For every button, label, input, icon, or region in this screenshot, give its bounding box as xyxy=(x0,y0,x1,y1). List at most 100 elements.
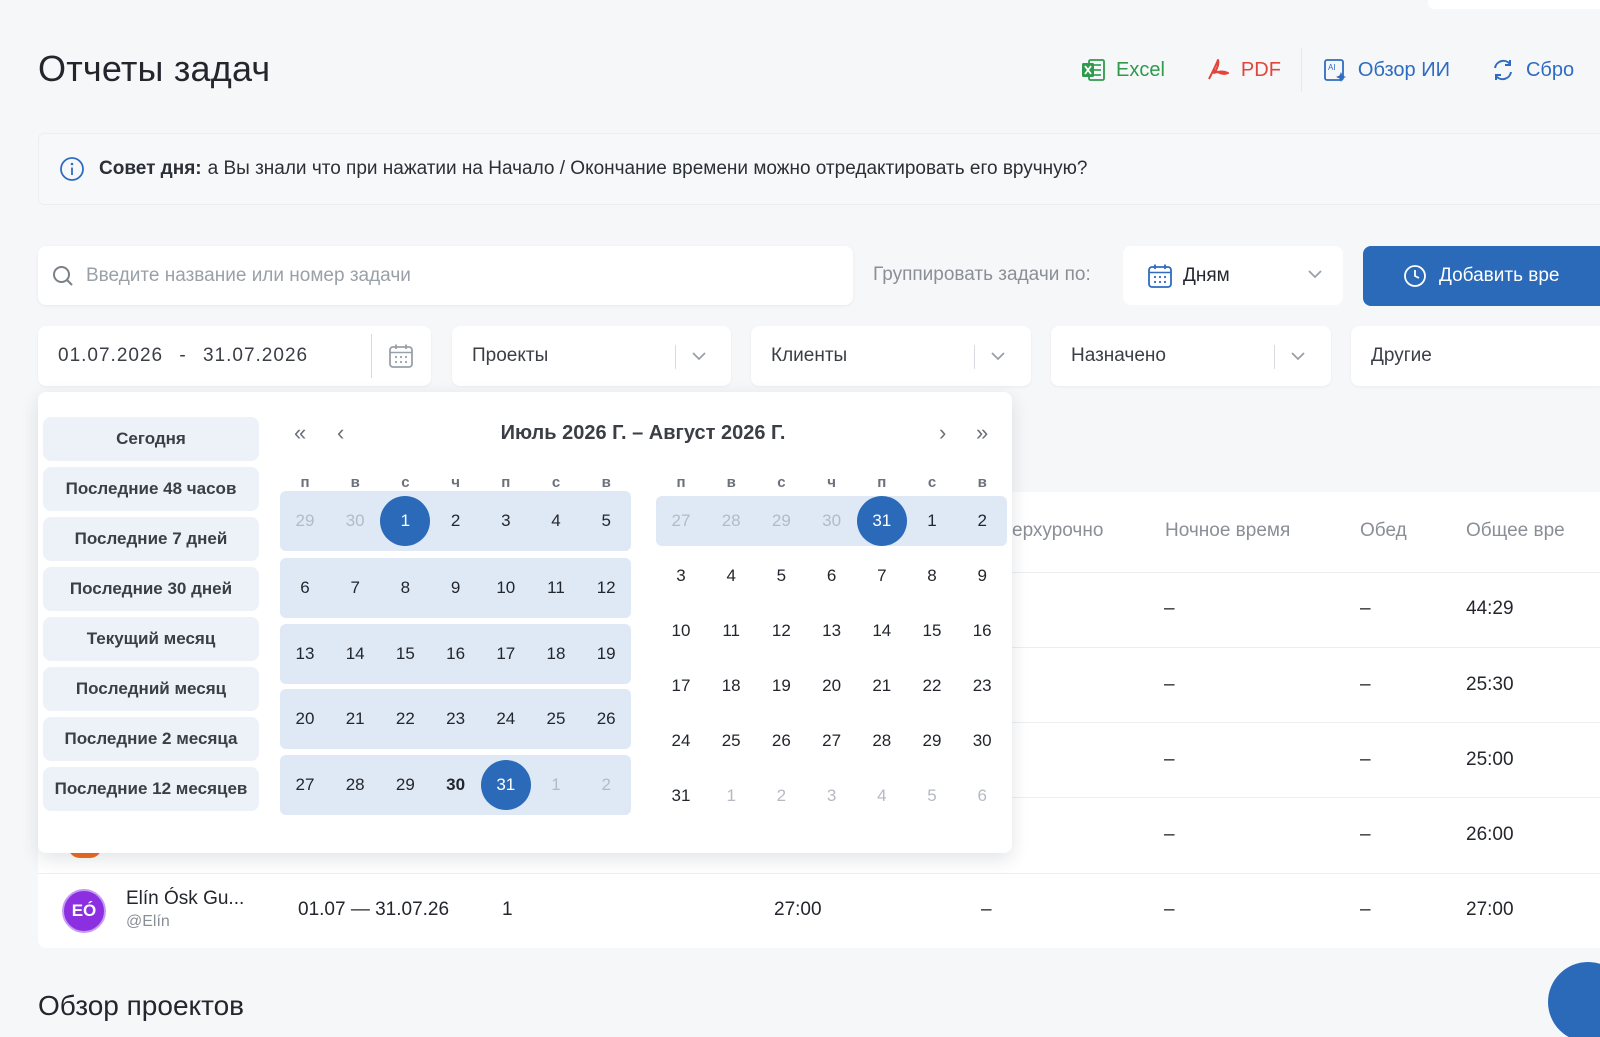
calendar-day[interactable]: 1 xyxy=(706,771,756,821)
calendar-day[interactable]: 1 xyxy=(531,760,581,810)
calendar-day[interactable]: 4 xyxy=(531,496,581,546)
reset-button[interactable]: Сбро xyxy=(1490,57,1574,83)
date-preset-button[interactable]: Последние 12 месяцев xyxy=(43,767,259,811)
calendar-day[interactable]: 28 xyxy=(330,760,380,810)
add-time-button[interactable]: Добавить вре xyxy=(1363,246,1600,306)
calendar-day[interactable]: 23 xyxy=(431,694,481,744)
calendar-day[interactable]: 5 xyxy=(756,551,806,601)
date-preset-button[interactable]: Последние 2 месяца xyxy=(43,717,259,761)
calendar-day[interactable]: 16 xyxy=(957,606,1007,656)
calendar-day[interactable]: 26 xyxy=(756,716,806,766)
calendar-day[interactable]: 9 xyxy=(431,563,481,613)
calendar-day[interactable]: 2 xyxy=(756,771,806,821)
calendar-day[interactable]: 13 xyxy=(807,606,857,656)
calendar-day[interactable]: 8 xyxy=(380,563,430,613)
calendar-day[interactable]: 5 xyxy=(907,771,957,821)
calendar-day[interactable]: 30 xyxy=(431,760,481,810)
calendar-day[interactable]: 6 xyxy=(280,563,330,613)
calendar-day[interactable]: 20 xyxy=(807,661,857,711)
export-excel-button[interactable]: Excel xyxy=(1080,57,1165,83)
calendar-day[interactable]: 21 xyxy=(330,694,380,744)
calendar-day[interactable]: 27 xyxy=(656,496,706,546)
date-preset-button[interactable]: Последние 48 часов xyxy=(43,467,259,511)
date-range-field[interactable]: 01.07.2026 - 31.07.2026 xyxy=(38,326,431,386)
calendar-day[interactable]: 12 xyxy=(581,563,631,613)
calendar-day-selected[interactable]: 31 xyxy=(856,496,907,546)
calendar-day[interactable]: 4 xyxy=(706,551,756,601)
calendar-day[interactable]: 24 xyxy=(656,716,706,766)
calendar-day[interactable]: 15 xyxy=(907,606,957,656)
calendar-day[interactable]: 30 xyxy=(957,716,1007,766)
calendar-day[interactable]: 9 xyxy=(957,551,1007,601)
calendar-day[interactable]: 2 xyxy=(431,496,481,546)
date-preset-button[interactable]: Последние 7 дней xyxy=(43,517,259,561)
calendar-day[interactable]: 3 xyxy=(481,496,531,546)
calendar-day[interactable]: 28 xyxy=(857,716,907,766)
calendar-day[interactable]: 30 xyxy=(330,496,380,546)
calendar-day[interactable]: 6 xyxy=(957,771,1007,821)
ai-overview-button[interactable]: AI Обзор ИИ xyxy=(1322,57,1450,83)
calendar-day[interactable]: 29 xyxy=(280,496,330,546)
clients-filter[interactable]: Клиенты xyxy=(751,326,1031,386)
assigned-filter[interactable]: Назначено xyxy=(1051,326,1331,386)
calendar-day[interactable]: 26 xyxy=(581,694,631,744)
calendar-day[interactable]: 16 xyxy=(431,629,481,679)
calendar-day[interactable]: 18 xyxy=(706,661,756,711)
calendar-day[interactable]: 17 xyxy=(656,661,706,711)
user-name[interactable]: Elín Ósk Gu... xyxy=(126,888,244,910)
calendar-day[interactable]: 5 xyxy=(581,496,631,546)
calendar-day[interactable]: 13 xyxy=(280,629,330,679)
calendar-day[interactable]: 29 xyxy=(907,716,957,766)
calendar-day[interactable]: 25 xyxy=(531,694,581,744)
calendar-day[interactable]: 28 xyxy=(706,496,756,546)
other-filter[interactable]: Другие xyxy=(1351,326,1600,386)
calendar-day[interactable]: 22 xyxy=(380,694,430,744)
calendar-day[interactable]: 22 xyxy=(907,661,957,711)
calendar-day[interactable]: 7 xyxy=(330,563,380,613)
calendar-day[interactable]: 6 xyxy=(807,551,857,601)
date-preset-button[interactable]: Текущий месяц xyxy=(43,617,259,661)
calendar-day[interactable]: 1 xyxy=(907,496,957,546)
calendar-day[interactable]: 10 xyxy=(481,563,531,613)
calendar-day[interactable]: 10 xyxy=(656,606,706,656)
calendar-day[interactable]: 27 xyxy=(807,716,857,766)
calendar-day[interactable]: 11 xyxy=(531,563,581,613)
calendar-icon[interactable] xyxy=(388,343,414,369)
search-input[interactable] xyxy=(86,264,786,287)
calendar-day[interactable]: 31 xyxy=(656,771,706,821)
next-month-button[interactable]: › xyxy=(939,420,946,446)
calendar-day[interactable]: 17 xyxy=(481,629,531,679)
calendar-day-selected[interactable]: 31 xyxy=(480,760,531,810)
floating-action-button[interactable] xyxy=(1548,962,1600,1037)
calendar-day[interactable]: 3 xyxy=(807,771,857,821)
date-preset-button[interactable]: Последние 30 дней xyxy=(43,567,259,611)
calendar-day[interactable]: 4 xyxy=(857,771,907,821)
calendar-day[interactable]: 21 xyxy=(857,661,907,711)
calendar-day[interactable]: 19 xyxy=(756,661,806,711)
calendar-day[interactable]: 12 xyxy=(756,606,806,656)
calendar-day[interactable]: 15 xyxy=(380,629,430,679)
calendar-day[interactable]: 29 xyxy=(380,760,430,810)
date-preset-button[interactable]: Последний месяц xyxy=(43,667,259,711)
calendar-day[interactable]: 14 xyxy=(330,629,380,679)
calendar-day[interactable]: 25 xyxy=(706,716,756,766)
calendar-day[interactable]: 18 xyxy=(531,629,581,679)
group-by-select[interactable]: Дням xyxy=(1123,246,1343,305)
calendar-day[interactable]: 14 xyxy=(857,606,907,656)
calendar-day[interactable]: 7 xyxy=(857,551,907,601)
calendar-day[interactable]: 29 xyxy=(756,496,806,546)
calendar-day[interactable]: 27 xyxy=(280,760,330,810)
calendar-day[interactable]: 24 xyxy=(481,694,531,744)
calendar-day[interactable]: 23 xyxy=(957,661,1007,711)
calendar-day[interactable]: 2 xyxy=(581,760,631,810)
date-preset-button[interactable]: Сегодня xyxy=(43,417,259,461)
calendar-day[interactable]: 11 xyxy=(706,606,756,656)
export-pdf-button[interactable]: PDF xyxy=(1205,57,1281,83)
calendar-day[interactable]: 20 xyxy=(280,694,330,744)
calendar-day[interactable]: 2 xyxy=(957,496,1007,546)
calendar-day[interactable]: 30 xyxy=(807,496,857,546)
projects-filter[interactable]: Проекты xyxy=(452,326,731,386)
calendar-day[interactable]: 8 xyxy=(907,551,957,601)
next-year-button[interactable]: » xyxy=(976,420,988,446)
calendar-day[interactable]: 19 xyxy=(581,629,631,679)
